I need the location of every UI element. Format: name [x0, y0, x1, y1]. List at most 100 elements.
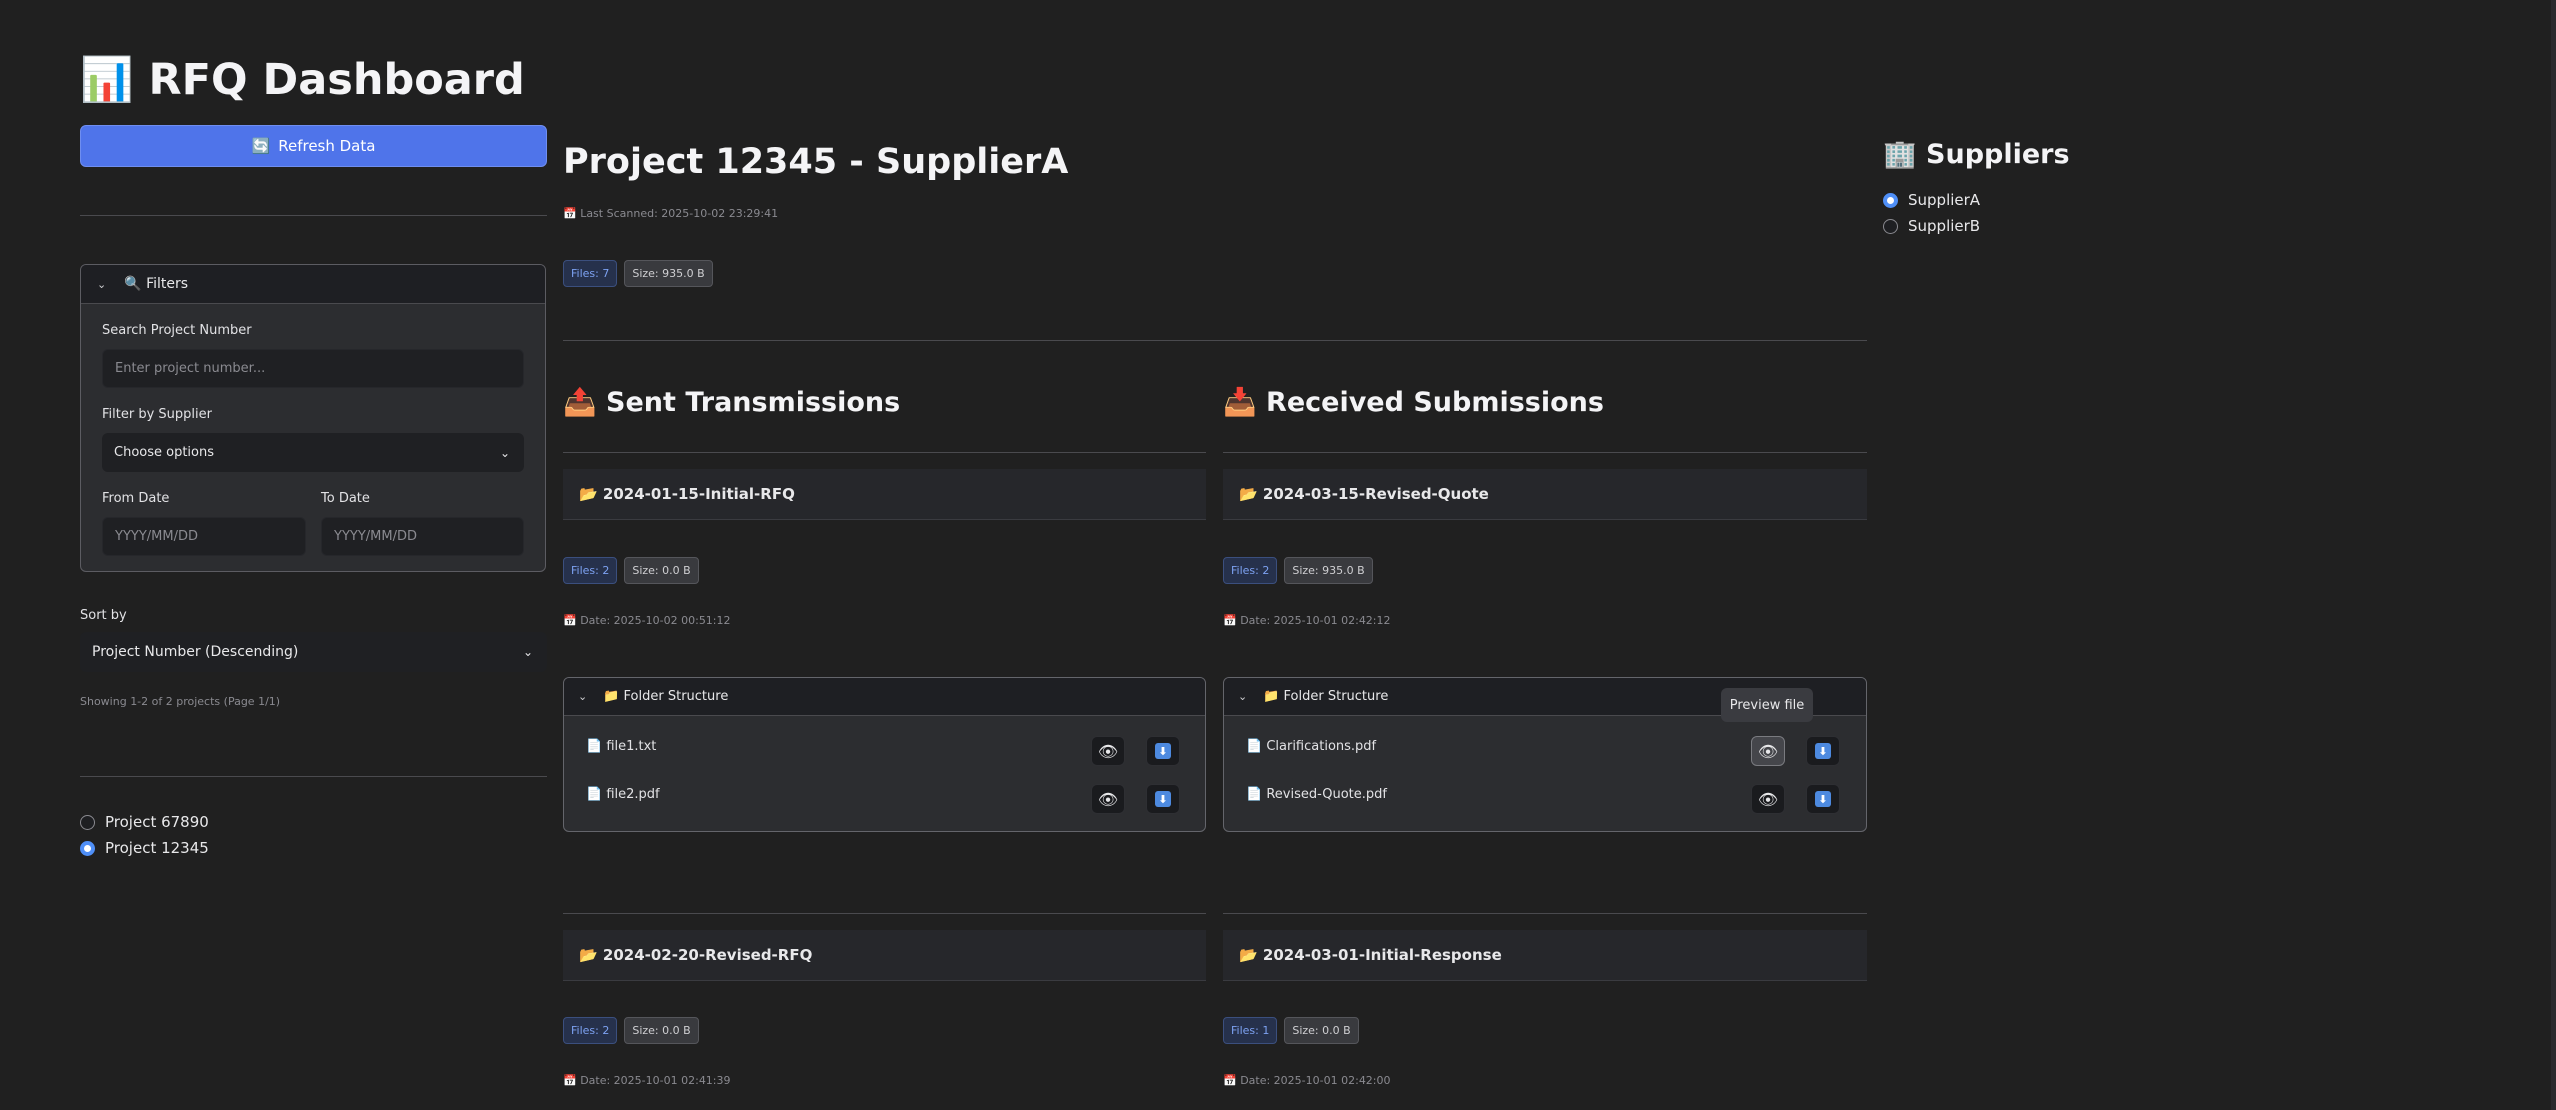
project-badges: Files: 7 Size: 935.0 B	[563, 260, 713, 287]
sidebar-divider	[80, 215, 547, 216]
folder-badges: Files: 2 Size: 935.0 B	[1223, 557, 1373, 584]
from-date-placeholder: YYYY/MM/DD	[115, 529, 198, 544]
folder-header[interactable]: 📂 2024-03-01-Initial-Response	[1223, 930, 1867, 981]
app-title-text: RFQ Dashboard	[148, 55, 525, 105]
supplier-multiselect[interactable]: Choose options ⌄	[102, 433, 524, 472]
sidebar-divider	[80, 776, 547, 777]
download-file-button[interactable]: ⬇	[1806, 784, 1840, 814]
download-icon: ⬇	[1815, 743, 1831, 759]
supplier-option-label: SupplierB	[1908, 217, 1981, 235]
folder-badges: Files: 2 Size: 0.0 B	[563, 1017, 699, 1044]
supplier-option-label: SupplierA	[1908, 191, 1981, 209]
outbox-icon: 📤	[563, 387, 597, 418]
preview-file-button[interactable]: 👁	[1091, 736, 1125, 766]
to-date-input[interactable]: YYYY/MM/DD	[321, 517, 524, 556]
search-project-label: Search Project Number	[102, 323, 252, 338]
eye-icon: 👁	[1757, 741, 1779, 761]
supplier-option-b[interactable]: SupplierB	[1883, 217, 1980, 235]
radio-on-icon	[1883, 192, 1898, 208]
file-row: 📄 file1.txt 👁 ⬇	[564, 723, 1205, 769]
filters-header[interactable]: ⌄ 🔍 Filters	[81, 265, 545, 304]
chevron-down-icon: ⌄	[1238, 690, 1248, 703]
to-date-placeholder: YYYY/MM/DD	[334, 529, 417, 544]
received-title-text: Received Submissions	[1266, 387, 1604, 418]
from-date-input[interactable]: YYYY/MM/DD	[102, 517, 306, 556]
chevron-down-icon: ⌄	[499, 445, 510, 460]
inbox-icon: 📥	[1223, 387, 1257, 418]
folder-structure-label: 📁 Folder Structure	[1263, 689, 1389, 704]
building-icon: 🏢	[1883, 139, 1917, 170]
download-icon: ⬇	[1155, 743, 1171, 759]
sort-by-select[interactable]: Project Number (Descending) ⌄	[80, 632, 547, 672]
file-name: 📄 file1.txt	[586, 739, 657, 754]
folder-badges: Files: 2 Size: 0.0 B	[563, 557, 699, 584]
chevron-down-icon: ⌄	[522, 645, 533, 659]
sort-by-value: Project Number (Descending)	[92, 644, 299, 660]
refresh-data-button[interactable]: 🔄 Refresh Data	[80, 125, 547, 167]
file-row: 📄 Clarifications.pdf 👁 ⬇	[1224, 723, 1866, 769]
project-option-67890[interactable]: Project 67890	[80, 813, 209, 831]
file-name: 📄 file2.pdf	[586, 787, 660, 802]
radio-off-icon	[80, 814, 95, 830]
folder-structure-panel: ⌄ 📁 Folder Structure 📄 file1.txt 👁 ⬇ 📄 f…	[563, 677, 1206, 832]
chevron-down-icon: ⌄	[97, 277, 107, 291]
size-badge: Size: 935.0 B	[624, 260, 713, 287]
app-title: 📊 RFQ Dashboard	[80, 55, 525, 105]
pagination-info: Showing 1-2 of 2 projects (Page 1/1)	[80, 695, 281, 708]
filters-title: Filters	[146, 276, 189, 292]
last-scanned: 📅 Last Scanned: 2025-10-02 23:29:41	[563, 207, 779, 220]
search-project-input[interactable]: Enter project number...	[102, 349, 524, 388]
section-divider	[563, 452, 1206, 453]
preview-file-button[interactable]: 👁	[1751, 736, 1785, 766]
folder-header[interactable]: 📂 2024-02-20-Revised-RFQ	[563, 930, 1206, 981]
from-date-label: From Date	[102, 491, 170, 506]
folder-structure-header[interactable]: ⌄ 📁 Folder Structure	[564, 678, 1205, 716]
folder-badges: Files: 1 Size: 0.0 B	[1223, 1017, 1359, 1044]
section-divider	[1223, 913, 1867, 914]
size-badge: Size: 0.0 B	[1284, 1017, 1359, 1044]
refresh-icon: 🔄	[251, 137, 271, 155]
radio-on-icon	[80, 840, 95, 856]
eye-icon: 👁	[1097, 741, 1119, 761]
files-count-badge: Files: 2	[563, 557, 618, 584]
download-file-button[interactable]: ⬇	[1806, 736, 1840, 766]
download-file-button[interactable]: ⬇	[1146, 784, 1180, 814]
folder-date: 📅 Date: 2025-10-01 02:42:00	[1223, 1074, 1391, 1087]
size-badge: Size: 935.0 B	[1284, 557, 1373, 584]
preview-file-button[interactable]: 👁	[1091, 784, 1125, 814]
files-count-badge: Files: 2	[1223, 557, 1278, 584]
radio-off-icon	[1883, 218, 1898, 234]
search-project-placeholder: Enter project number...	[115, 361, 266, 376]
chevron-down-icon: ⌄	[578, 690, 588, 703]
eye-icon: 👁	[1097, 789, 1119, 809]
chart-icon: 📊	[80, 55, 134, 105]
project-option-12345[interactable]: Project 12345	[80, 839, 209, 857]
folder-date: 📅 Date: 2025-10-01 02:41:39	[563, 1074, 731, 1087]
filter-supplier-label: Filter by Supplier	[102, 407, 212, 422]
file-row: 📄 Revised-Quote.pdf 👁 ⬇	[1224, 771, 1866, 817]
download-icon: ⬇	[1155, 791, 1171, 807]
search-icon: 🔍	[124, 276, 142, 292]
page-scrollbar[interactable]	[2551, 0, 2556, 1110]
suppliers-title: 🏢 Suppliers	[1883, 138, 2070, 170]
download-file-button[interactable]: ⬇	[1146, 736, 1180, 766]
refresh-label: Refresh Data	[278, 137, 376, 155]
sent-transmissions-title: 📤 Sent Transmissions	[563, 386, 900, 418]
file-name: 📄 Clarifications.pdf	[1246, 739, 1377, 754]
eye-icon: 👁	[1757, 789, 1779, 809]
file-row: 📄 file2.pdf 👁 ⬇	[564, 771, 1205, 817]
section-divider	[563, 913, 1206, 914]
download-icon: ⬇	[1815, 791, 1831, 807]
size-badge: Size: 0.0 B	[624, 1017, 699, 1044]
supplier-option-a[interactable]: SupplierA	[1883, 191, 1980, 209]
folder-header[interactable]: 📂 2024-03-15-Revised-Quote	[1223, 469, 1867, 520]
project-option-label: Project 67890	[105, 813, 209, 831]
suppliers-title-text: Suppliers	[1926, 139, 2070, 170]
folder-date: 📅 Date: 2025-10-01 02:42:12	[1223, 614, 1391, 627]
size-badge: Size: 0.0 B	[624, 557, 699, 584]
supplier-select-value: Choose options	[114, 445, 215, 460]
project-title: Project 12345 - SupplierA	[563, 142, 1069, 182]
received-submissions-title: 📥 Received Submissions	[1223, 386, 1604, 418]
preview-file-button[interactable]: 👁	[1751, 784, 1785, 814]
folder-header[interactable]: 📂 2024-01-15-Initial-RFQ	[563, 469, 1206, 520]
